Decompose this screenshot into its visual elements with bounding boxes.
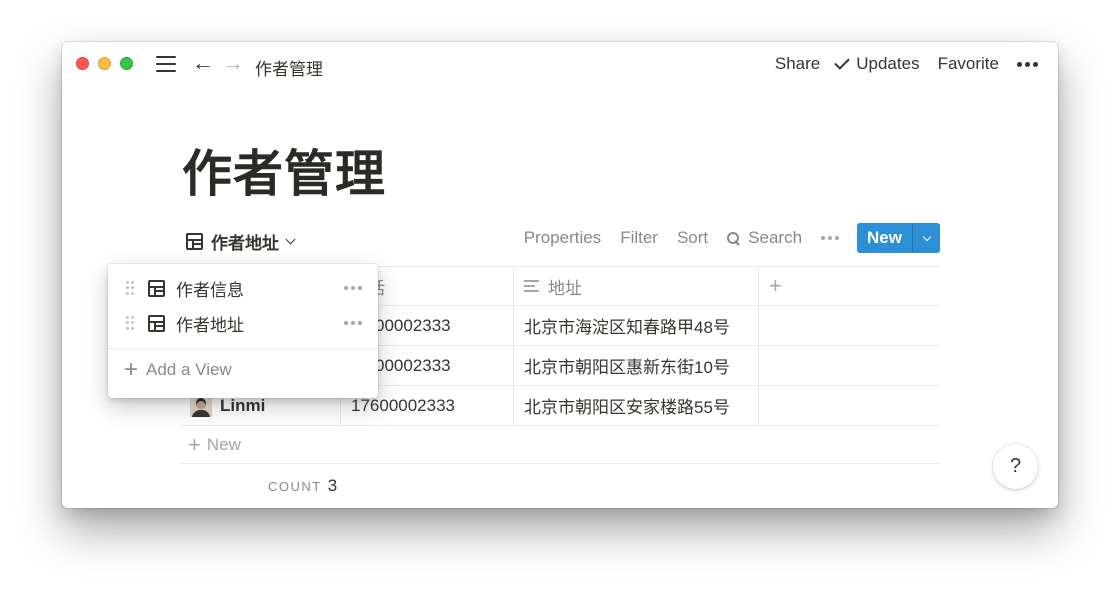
plus-icon: +	[769, 273, 782, 298]
app-window: ← → 作者管理 Share Updates Favorite 作者管理 作者地…	[62, 42, 1058, 508]
text-property-icon	[524, 280, 539, 292]
help-button[interactable]: ?	[993, 444, 1038, 489]
plus-icon: +	[124, 356, 139, 383]
cell-empty[interactable]	[759, 346, 940, 385]
page-title[interactable]: 作者管理	[182, 134, 386, 206]
count-value: 3	[327, 476, 338, 495]
search-icon	[727, 231, 740, 245]
new-button-group: New	[857, 223, 940, 253]
cell-empty[interactable]	[759, 386, 940, 425]
view-dropdown-menu: 作者信息 作者地址 + Add a View	[108, 264, 378, 398]
add-column-button[interactable]: +	[759, 267, 940, 305]
share-button[interactable]: Share	[775, 54, 820, 74]
cell-address[interactable]: 北京市朝阳区惠新东街10号	[514, 346, 759, 385]
table-icon	[148, 314, 165, 332]
cell-address[interactable]: 北京市海淀区知春路甲48号	[514, 306, 759, 345]
close-window-button[interactable]	[76, 57, 89, 70]
view-more-icon[interactable]	[821, 236, 840, 240]
top-actions: Share Updates Favorite	[757, 53, 1038, 74]
updates-button[interactable]: Updates	[834, 53, 920, 74]
cell-address[interactable]: 北京市朝阳区安家楼路55号	[514, 386, 759, 425]
view-menu-item-label: 作者信息	[176, 280, 244, 300]
count-label: COUNT	[268, 479, 322, 494]
new-button[interactable]: New	[857, 223, 912, 253]
view-item-more-icon[interactable]	[344, 321, 362, 325]
view-menu-item[interactable]: 作者地址	[108, 306, 378, 340]
cell-empty[interactable]	[759, 306, 940, 345]
search-button[interactable]: Search	[727, 228, 802, 248]
column-header-address-label: 地址	[548, 278, 582, 298]
divider	[108, 348, 378, 349]
checkmark-icon	[834, 53, 851, 70]
hamburger-menu-icon[interactable]	[156, 56, 176, 72]
add-view-button[interactable]: + Add a View	[124, 356, 232, 383]
breadcrumb[interactable]: 作者管理	[255, 55, 323, 80]
view-menu-item-label: 作者地址	[176, 315, 244, 335]
drag-handle-icon[interactable]	[126, 316, 134, 330]
add-view-label: Add a View	[146, 360, 232, 379]
drag-handle-icon[interactable]	[126, 281, 134, 295]
back-arrow-icon[interactable]: ←	[192, 52, 214, 74]
view-switcher[interactable]: 作者地址	[186, 229, 296, 254]
sort-button[interactable]: Sort	[677, 228, 708, 248]
add-row-label: New	[206, 434, 241, 454]
view-item-more-icon[interactable]	[344, 286, 362, 290]
top-bar: ← → 作者管理 Share Updates Favorite	[62, 42, 1058, 87]
updates-label: Updates	[856, 54, 920, 73]
view-tools: Properties Filter Sort Search New	[505, 223, 940, 253]
table-icon	[186, 233, 203, 250]
count-footer[interactable]: COUNT 3	[268, 476, 337, 496]
author-name: Linmi	[220, 395, 266, 415]
filter-button[interactable]: Filter	[620, 228, 658, 248]
new-dropdown-chevron-icon[interactable]	[912, 223, 940, 253]
more-options-icon[interactable]	[1017, 61, 1038, 67]
view-bar: 作者地址 Properties Filter Sort Search New	[180, 223, 940, 257]
zoom-window-button[interactable]	[120, 57, 133, 70]
plus-icon: +	[188, 431, 201, 457]
current-view-label: 作者地址	[211, 234, 279, 253]
minimize-window-button[interactable]	[98, 57, 111, 70]
view-menu-item[interactable]: 作者信息	[108, 271, 378, 305]
add-row-button[interactable]: + New	[180, 426, 940, 464]
forward-arrow-icon[interactable]: →	[222, 52, 244, 74]
column-header-address[interactable]: 地址	[514, 267, 759, 305]
table-icon	[148, 279, 165, 297]
search-label: Search	[748, 228, 803, 247]
favorite-button[interactable]: Favorite	[938, 54, 999, 74]
properties-button[interactable]: Properties	[524, 228, 601, 248]
chevron-down-icon	[285, 234, 296, 245]
